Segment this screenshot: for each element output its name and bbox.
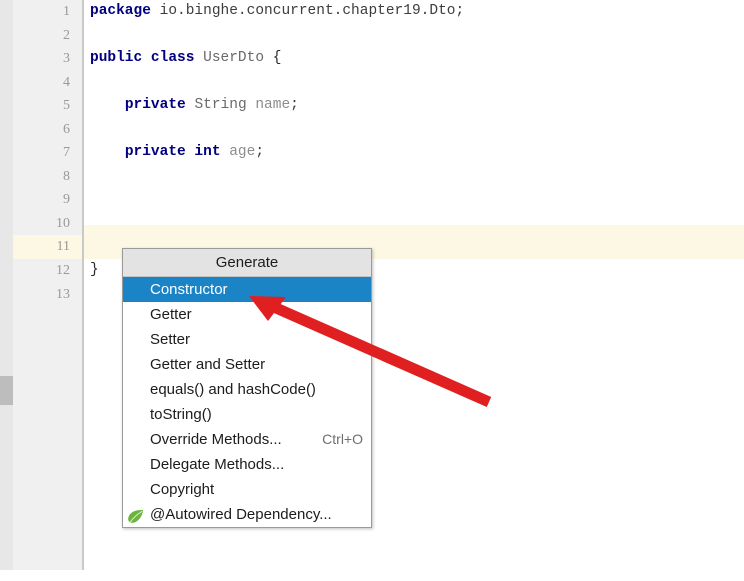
generate-menu-item-label: Constructor [150,277,228,302]
gutter-line-number[interactable]: 5 [13,94,82,118]
generate-menu-item-label: Override Methods... [150,427,282,452]
code-token: ; [290,97,299,113]
generate-menu-item-label: Setter [150,327,190,352]
code-token: private [125,97,186,113]
code-token: } [90,262,99,278]
gutter-line-number[interactable]: 3 [13,47,82,71]
code-line[interactable] [84,165,744,189]
code-editor[interactable]: 12345678910111213 package io.binghe.conc… [0,0,744,581]
left-scrollbar-track[interactable] [0,0,13,570]
generate-menu-item-label: Delegate Methods... [150,452,284,477]
editor-gutter[interactable]: 12345678910111213 [13,0,84,570]
gutter-line-number[interactable]: 2 [13,24,82,48]
gutter-line-number[interactable]: 10 [13,212,82,236]
code-line[interactable] [84,118,744,142]
generate-popup-menu[interactable]: Generate ConstructorGetterSetterGetter a… [122,248,372,528]
code-token: { [264,50,281,66]
code-token: public class [90,50,194,66]
spring-leaf-icon [127,507,144,522]
generate-menu-item-label: equals() and hashCode() [150,377,316,402]
code-line[interactable]: public class UserDto { [84,47,744,71]
generate-menu-item[interactable]: Copyright [123,477,371,502]
generate-menu-title: Generate [123,249,371,277]
code-token: age [229,144,255,160]
code-line[interactable]: private int age; [84,141,744,165]
code-token [221,144,230,160]
code-token [194,50,203,66]
code-token: name [255,97,290,113]
generate-menu-item[interactable]: Getter [123,302,371,327]
gutter-line-number[interactable]: 13 [13,283,82,307]
generate-menu-item[interactable]: Setter [123,327,371,352]
generate-menu-item[interactable]: @Autowired Dependency... [123,502,371,527]
left-scrollbar-thumb[interactable] [0,376,13,405]
generate-menu-item[interactable]: Delegate Methods... [123,452,371,477]
gutter-line-number[interactable]: 6 [13,118,82,142]
code-line[interactable] [84,71,744,95]
gutter-line-number[interactable]: 1 [13,0,82,24]
code-token: String [194,97,246,113]
gutter-line-number[interactable]: 7 [13,141,82,165]
generate-menu-item[interactable]: toString() [123,402,371,427]
code-token: io.binghe.concurrent.chapter19.Dto; [151,3,464,19]
generate-menu-item-label: toString() [150,402,212,427]
generate-menu-item[interactable]: Constructor [123,277,371,302]
generate-menu-item-label: Copyright [150,477,214,502]
code-token: private int [125,144,221,160]
code-line[interactable] [84,24,744,48]
generate-menu-item-label: Getter [150,302,192,327]
generate-menu-item-shortcut: Ctrl+O [304,427,363,452]
code-token [90,97,125,113]
code-token: UserDto [203,50,264,66]
generate-menu-item[interactable]: Override Methods... Ctrl+O [123,427,371,452]
code-token [90,144,125,160]
code-token: package [90,3,151,19]
code-token: ; [255,144,264,160]
code-line[interactable]: private String name; [84,94,744,118]
generate-menu-list[interactable]: ConstructorGetterSetterGetter and Setter… [123,277,371,527]
gutter-line-number[interactable]: 9 [13,188,82,212]
code-line[interactable] [84,188,744,212]
generate-menu-item[interactable]: Getter and Setter [123,352,371,377]
generate-menu-item-label: @Autowired Dependency... [150,502,332,527]
gutter-line-number[interactable]: 8 [13,165,82,189]
generate-menu-item-label: Getter and Setter [150,352,265,377]
code-line[interactable] [84,212,744,236]
gutter-line-number[interactable]: 4 [13,71,82,95]
gutter-line-number[interactable]: 12 [13,259,82,283]
code-line[interactable]: package io.binghe.concurrent.chapter19.D… [84,0,744,24]
gutter-line-number[interactable]: 11 [13,235,82,259]
generate-menu-item[interactable]: equals() and hashCode() [123,377,371,402]
